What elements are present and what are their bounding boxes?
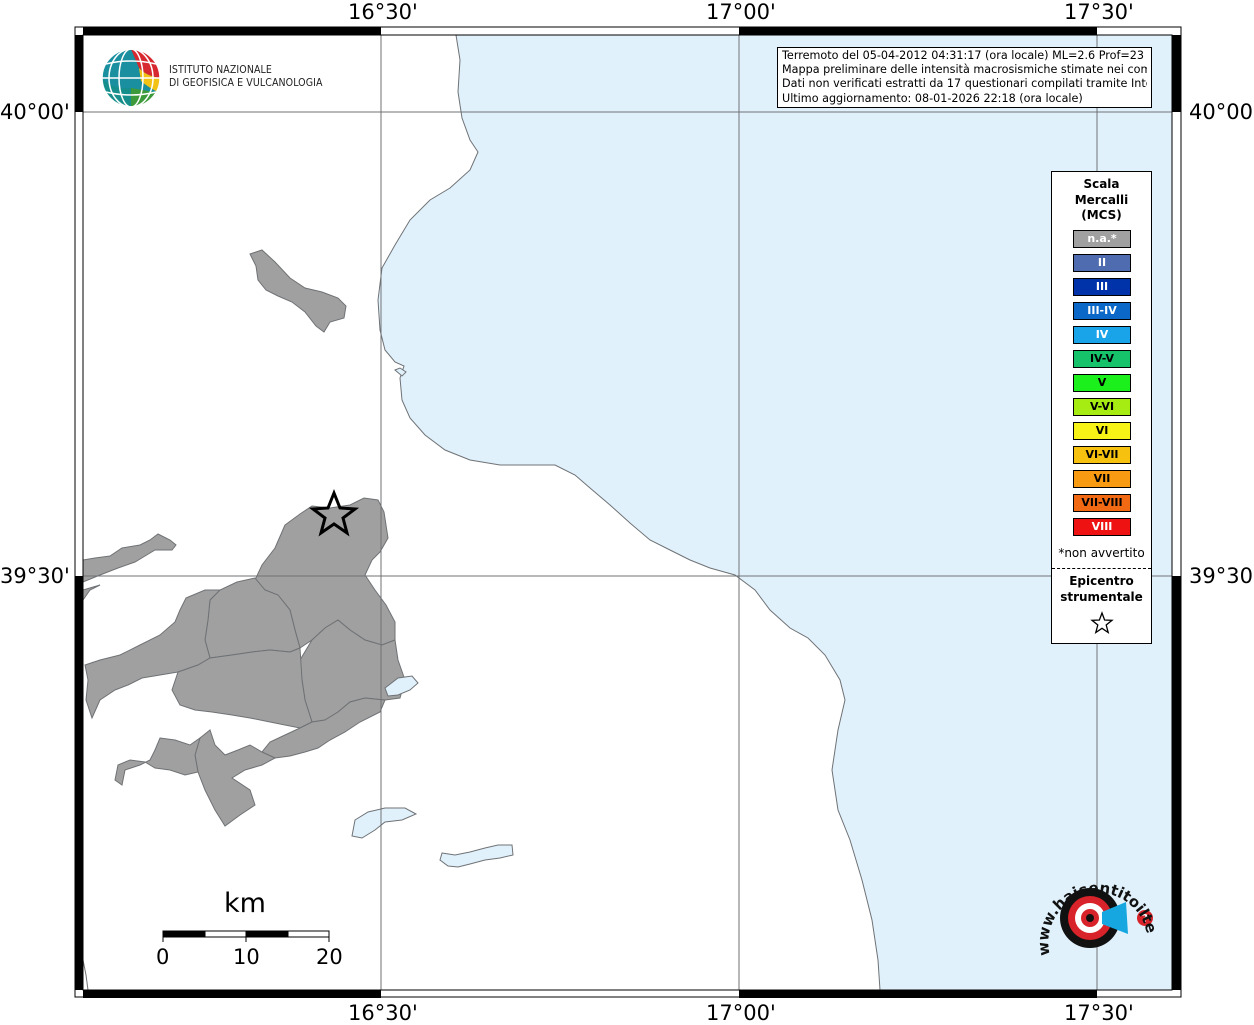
legend-item: V	[1073, 374, 1131, 392]
globe-icon	[101, 48, 161, 108]
legend-epicenter-label: Epicentro strumentale	[1052, 574, 1151, 605]
legend-item: III	[1073, 278, 1131, 296]
scale-label-10: 10	[233, 945, 260, 969]
legend-item: III-IV	[1073, 302, 1131, 320]
legend-item: n.a.*	[1073, 230, 1131, 248]
lon-label-top-3: 17°30'	[1064, 0, 1134, 24]
lat-label-left-1: 40°00'	[0, 100, 70, 124]
municipality-polygon	[82, 533, 177, 583]
legend-title-line-3: (MCS)	[1081, 208, 1122, 222]
legend-star-icon	[1090, 611, 1114, 635]
legend-item: IV-V	[1073, 350, 1131, 368]
info-line-2: Mappa preliminare delle intensità macros…	[782, 63, 1147, 77]
ingv-logo: ISTITUTO NAZIONALE DI GEOFISICA E VULCAN…	[101, 48, 331, 110]
municipality-polygon	[82, 584, 101, 602]
legend-item: VI-VII	[1073, 446, 1131, 464]
legend-item: II	[1073, 254, 1131, 272]
municipalities	[82, 249, 406, 827]
haisentito-logo: ? www.haisentitoilterremoto.it	[1022, 846, 1160, 980]
scale-label-20: 20	[316, 945, 343, 969]
event-info-box: Terremoto del 05-04-2012 04:31:17 (ora l…	[777, 47, 1152, 108]
municipality-polygon	[114, 736, 201, 786]
legend-title: Scala Mercalli (MCS)	[1052, 177, 1151, 224]
haisentito-emblem-icon: ? www.haisentitoilterremoto.it	[1022, 846, 1160, 957]
logo-line-2: DI GEOFISICA E VULCANOLOGIA	[169, 76, 323, 89]
lat-label-left-2: 39°30'	[0, 564, 70, 588]
legend-title-line-2: Mercalli	[1074, 192, 1129, 207]
lon-label-bottom-3: 17°30'	[1064, 1001, 1134, 1025]
legend-item: VII-VIII	[1073, 494, 1131, 512]
municipality-polygon	[249, 249, 347, 333]
lat-label-right-1: 40°00'	[1189, 100, 1254, 124]
legend-title-line-1: Scala	[1083, 177, 1120, 191]
logo-line-1: ISTITUTO NAZIONALE	[169, 64, 272, 76]
legend-item: VII	[1073, 470, 1131, 488]
legend-item: IV	[1073, 326, 1131, 344]
scale-unit-label: km	[224, 888, 266, 919]
info-line-1: Terremoto del 05-04-2012 04:31:17 (ora l…	[782, 49, 1147, 62]
lon-label-top-2: 17°00'	[706, 0, 776, 24]
lon-label-top-1: 16°30'	[348, 0, 418, 24]
info-line-4: Ultimo aggiornamento: 08-01-2026 22:18 (…	[782, 91, 1083, 105]
municipality-polygon	[194, 729, 277, 827]
legend-divider	[1052, 568, 1151, 569]
legend-item: V-VI	[1073, 398, 1131, 416]
scale-label-0: 0	[156, 945, 170, 969]
legend-epicenter-line-1: Epicentro	[1069, 574, 1134, 588]
lake-shape	[439, 844, 514, 868]
info-line-3: Dati non verificati estratti da 17 quest…	[782, 77, 1147, 91]
legend-item: VI	[1073, 422, 1131, 440]
legend-epicenter-line-2: strumentale	[1060, 589, 1143, 604]
scale-bar	[162, 930, 330, 942]
lake-shape	[351, 807, 418, 839]
coast-fragment	[82, 959, 89, 991]
lon-label-bottom-2: 17°00'	[706, 1001, 776, 1025]
legend-item: VIII	[1073, 518, 1131, 536]
mcs-legend: Scala Mercalli (MCS) n.a.* II III III-IV IV I…	[1051, 171, 1152, 644]
lon-label-bottom-1: 16°30'	[348, 1001, 418, 1025]
lat-label-right-2: 39°30'	[1189, 564, 1254, 588]
legend-note: *non avvertito	[1058, 546, 1145, 560]
